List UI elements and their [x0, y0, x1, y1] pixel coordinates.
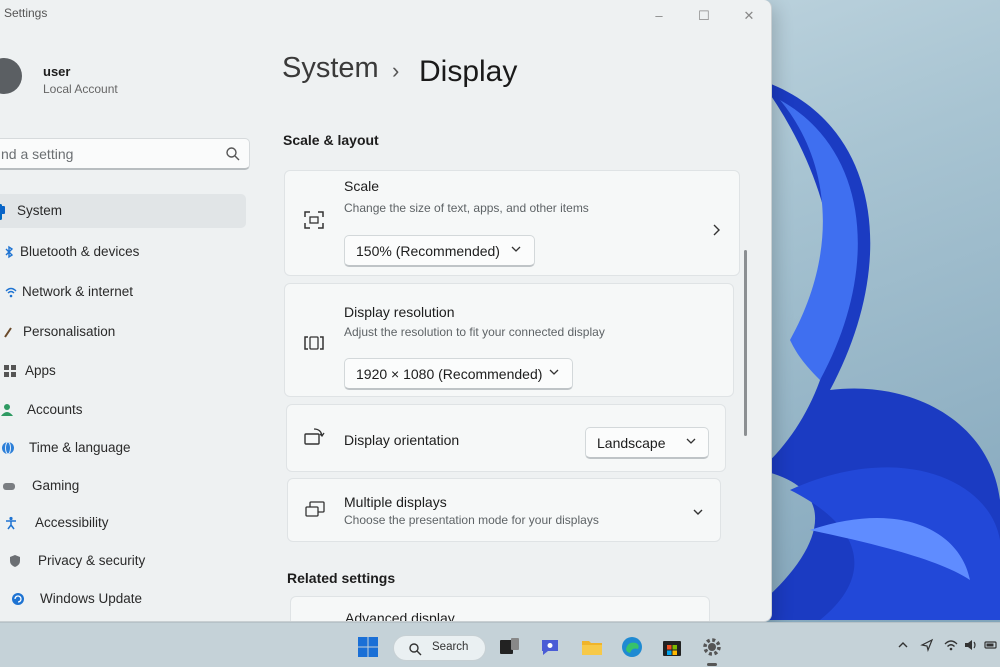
person-icon: [1, 404, 13, 416]
chevron-down-icon: [686, 438, 696, 444]
maximize-button[interactable]: ☐: [695, 8, 713, 24]
taskbar: Search: [0, 622, 1000, 667]
windows-start-icon[interactable]: [356, 635, 380, 659]
title-bar: Settings – ☐ ✕: [0, 0, 771, 34]
settings-window: Settings – ☐ ✕ user Local Account nd a s…: [0, 0, 772, 622]
monitor-icon: [0, 206, 5, 214]
search-input[interactable]: nd a setting: [1, 146, 73, 162]
sidebar-item-network[interactable]: Network & internet: [0, 275, 252, 309]
sidebar-item-privacy[interactable]: Privacy & security: [0, 544, 252, 578]
chevron-down-icon: [511, 246, 521, 252]
orientation-icon: [304, 428, 325, 445]
sidebar-item-label: Personalisation: [23, 324, 116, 339]
sidebar-item-accounts[interactable]: Accounts: [0, 393, 252, 427]
task-view-icon[interactable]: [497, 635, 521, 659]
sidebar-item-label: Privacy & security: [38, 553, 146, 568]
globe-icon: [2, 441, 14, 455]
sidebar-item-windows-update[interactable]: Windows Update: [0, 582, 252, 616]
sidebar-item-apps[interactable]: Apps: [0, 354, 252, 388]
resolution-subtitle: Adjust the resolution to fit your connec…: [344, 325, 605, 339]
sidebar-item-label: Network & internet: [22, 284, 134, 299]
update-icon: [12, 593, 24, 605]
orientation-title: Display orientation: [344, 432, 460, 448]
location-icon[interactable]: [920, 638, 934, 652]
multiple-displays-card[interactable]: Multiple displays Choose the presentatio…: [287, 478, 721, 542]
brush-icon: [4, 327, 12, 338]
store-icon[interactable]: [660, 635, 684, 659]
resolution-value: 1920 × 1080 (Recommended): [356, 366, 543, 382]
scale-dropdown[interactable]: 150% (Recommended): [344, 235, 535, 267]
breadcrumb-separator: ›: [392, 58, 400, 83]
chevron-down-icon: [549, 369, 559, 375]
section-title-related-settings: Related settings: [287, 570, 396, 586]
sidebar-item-label: Accessibility: [35, 515, 109, 530]
edge-browser-icon[interactable]: [620, 635, 644, 659]
apps-icon: [4, 365, 16, 377]
gamepad-icon: [3, 483, 15, 490]
account-type: Local Account: [43, 82, 118, 96]
scale-icon: [304, 211, 324, 229]
chevron-right-icon[interactable]: [709, 223, 723, 237]
sidebar-item-bluetooth[interactable]: Bluetooth & devices: [0, 235, 252, 269]
window-title: Settings: [4, 6, 48, 20]
battery-icon[interactable]: [984, 638, 998, 652]
accessibility-icon: [6, 516, 16, 530]
scale-title: Scale: [344, 178, 380, 194]
section-title-scale-layout: Scale & layout: [283, 132, 379, 148]
user-name: user: [43, 64, 71, 79]
chat-icon[interactable]: [538, 635, 562, 659]
sidebar-item-label: Time & language: [29, 440, 131, 455]
chevron-down-icon[interactable]: [691, 505, 705, 519]
avatar[interactable]: [0, 58, 22, 94]
advanced-display-title: Advanced display: [345, 610, 455, 622]
taskbar-search-label: Search: [432, 641, 469, 653]
taskbar-search[interactable]: Search: [393, 635, 486, 661]
settings-gear-icon[interactable]: [700, 635, 724, 659]
resolution-card: Display resolution Adjust the resolution…: [284, 283, 734, 397]
multiple-displays-title: Multiple displays: [344, 494, 447, 510]
resolution-title: Display resolution: [344, 304, 455, 320]
sidebar-item-gaming[interactable]: Gaming: [0, 469, 252, 503]
shield-icon: [10, 555, 20, 567]
search-icon: [409, 643, 422, 656]
resolution-icon: [304, 336, 324, 350]
scale-subtitle: Change the size of text, apps, and other…: [344, 201, 589, 215]
sidebar-item-time-language[interactable]: Time & language: [0, 431, 252, 465]
settings-search-box[interactable]: nd a setting: [0, 138, 250, 170]
orientation-dropdown[interactable]: Landscape: [585, 427, 709, 459]
sidebar-item-accessibility[interactable]: Accessibility: [0, 506, 252, 540]
sidebar-item-label: Apps: [25, 363, 56, 378]
scrollbar[interactable]: [744, 250, 747, 436]
resolution-dropdown[interactable]: 1920 × 1080 (Recommended): [344, 358, 573, 390]
minimize-button[interactable]: –: [650, 8, 668, 24]
breadcrumb-parent[interactable]: System: [282, 52, 379, 85]
orientation-card: Display orientation Landscape: [286, 404, 726, 472]
sidebar: user Local Account nd a setting System B…: [0, 34, 262, 621]
active-app-indicator: [707, 663, 717, 666]
volume-icon[interactable]: [964, 638, 978, 652]
sidebar-item-system[interactable]: System: [0, 194, 246, 228]
close-button[interactable]: ✕: [740, 8, 758, 24]
wifi-icon: [5, 287, 17, 298]
page-title: Display: [419, 55, 518, 88]
sidebar-item-label: Windows Update: [40, 591, 143, 606]
scale-card[interactable]: Scale Change the size of text, apps, and…: [284, 170, 740, 276]
multiple-displays-icon: [305, 501, 325, 517]
sidebar-item-personalisation[interactable]: Personalisation: [0, 315, 252, 349]
sidebar-item-label: Bluetooth & devices: [20, 244, 140, 259]
orientation-value: Landscape: [597, 435, 666, 451]
file-explorer-icon[interactable]: [580, 635, 604, 659]
sidebar-item-label: Gaming: [32, 478, 80, 493]
multiple-displays-subtitle: Choose the presentation mode for your di…: [344, 513, 599, 527]
advanced-display-card[interactable]: Advanced display: [290, 596, 710, 622]
sidebar-item-label: System: [17, 203, 63, 218]
sidebar-item-label: Accounts: [27, 402, 83, 417]
bluetooth-icon: [5, 245, 14, 259]
search-icon[interactable]: [225, 146, 241, 162]
chevron-up-icon[interactable]: [896, 638, 910, 652]
wifi-icon[interactable]: [944, 638, 958, 652]
scale-value: 150% (Recommended): [356, 243, 500, 259]
